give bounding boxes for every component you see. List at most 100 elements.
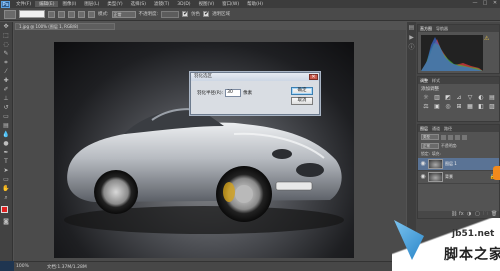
- color-lookup-icon[interactable]: ⊞: [455, 103, 463, 110]
- crop-tool-icon[interactable]: ⌗: [2, 60, 10, 66]
- properties-panel-icon[interactable]: ⓘ: [409, 45, 415, 51]
- menu-filter[interactable]: 滤镜(T): [150, 1, 173, 7]
- actions-panel-icon[interactable]: ▶: [409, 35, 415, 41]
- color-balance-icon[interactable]: ▤: [488, 94, 496, 101]
- cache-warning-icon[interactable]: ⚠: [484, 36, 490, 42]
- tab-layers[interactable]: 图层: [420, 126, 428, 132]
- curves-icon[interactable]: ◩: [444, 94, 452, 101]
- posterize-icon[interactable]: ◧: [477, 103, 485, 110]
- filter-type-icon[interactable]: [455, 134, 460, 140]
- transparency-checkbox[interactable]: [203, 10, 209, 17]
- filter-shape-icon[interactable]: [462, 134, 467, 140]
- eraser-tool-icon[interactable]: ▭: [2, 114, 10, 120]
- filter-pixel-icon[interactable]: [441, 134, 446, 140]
- menu-help[interactable]: 帮助(H): [243, 1, 267, 7]
- move-tool-icon[interactable]: ✥: [2, 24, 10, 30]
- lasso-tool-icon[interactable]: ◌: [2, 42, 10, 48]
- adjustments-panel-tabs: 调整 样式: [418, 77, 499, 84]
- maximize-button[interactable]: □: [482, 1, 488, 6]
- hue-saturation-icon[interactable]: ◐: [477, 94, 485, 101]
- menu-3d[interactable]: 3D(D): [173, 2, 194, 7]
- menu-window[interactable]: 窗口(W): [218, 1, 243, 7]
- vibrance-icon[interactable]: ▽: [466, 94, 474, 101]
- history-panel-icon[interactable]: ▤: [409, 25, 415, 31]
- visibility-eye-icon[interactable]: ◉: [420, 174, 426, 180]
- color-swatches[interactable]: [1, 206, 11, 216]
- type-tool-icon[interactable]: T: [2, 159, 10, 165]
- side-orange-tab[interactable]: [493, 166, 500, 180]
- stamp-tool-icon[interactable]: ⊥: [2, 96, 10, 102]
- ok-button[interactable]: 确定: [291, 87, 313, 95]
- cancel-button[interactable]: 取消: [291, 97, 313, 105]
- levels-icon[interactable]: ▥: [433, 94, 441, 101]
- layer-style-icon[interactable]: fx: [459, 212, 464, 217]
- document-tab[interactable]: 1.jpg @ 100% (图层 1, RGB/8): [15, 23, 115, 30]
- pen-tool-icon[interactable]: ✒: [2, 150, 10, 156]
- channel-mixer-icon[interactable]: ◎: [444, 103, 452, 110]
- close-window-button[interactable]: ✕: [492, 1, 498, 6]
- add-mask-icon[interactable]: ▢: [475, 212, 480, 217]
- tab-channels[interactable]: 通道: [432, 126, 440, 132]
- layer-kind-select[interactable]: 类型: [421, 134, 439, 140]
- menu-view[interactable]: 视图(V): [195, 1, 219, 7]
- link-layers-icon[interactable]: ⛓: [451, 212, 457, 217]
- invert-icon[interactable]: ▦: [466, 103, 474, 110]
- dodge-tool-icon[interactable]: ●: [2, 141, 10, 147]
- gradient-map-icon[interactable]: ▨: [488, 103, 496, 110]
- menu-edit[interactable]: 编辑(E): [35, 1, 59, 7]
- layer-name: 图层 1: [445, 161, 457, 166]
- reflected-gradient-icon[interactable]: [78, 10, 85, 18]
- exposure-icon[interactable]: ⊿: [455, 94, 463, 101]
- layer-thumbnail: [428, 159, 443, 169]
- tab-histogram[interactable]: 直方图: [420, 26, 432, 32]
- gradient-tool-icon[interactable]: ▤: [2, 123, 10, 129]
- quick-mask-icon[interactable]: ◙: [2, 219, 10, 225]
- black-white-icon[interactable]: ⚖: [422, 103, 430, 110]
- hand-tool-icon[interactable]: ✋: [2, 186, 10, 192]
- menu-type[interactable]: 类型(Y): [103, 1, 126, 7]
- healing-tool-icon[interactable]: ✚: [2, 78, 10, 84]
- diamond-gradient-icon[interactable]: [88, 10, 95, 18]
- foreground-color[interactable]: [1, 206, 8, 213]
- history-brush-tool-icon[interactable]: ↺: [2, 105, 10, 111]
- opacity-input[interactable]: [161, 10, 180, 18]
- new-group-icon[interactable]: 🗀: [483, 212, 488, 217]
- menu-select[interactable]: 选择(S): [127, 1, 150, 7]
- minimize-button[interactable]: —: [472, 1, 478, 6]
- taskbar-start[interactable]: [0, 261, 14, 271]
- zoom-level[interactable]: 100%: [16, 264, 29, 269]
- visibility-eye-icon[interactable]: ◉: [420, 161, 426, 167]
- feather-radius-input[interactable]: 30: [225, 89, 242, 97]
- reverse-checkbox[interactable]: [182, 10, 188, 17]
- brush-tool-icon[interactable]: ✐: [2, 87, 10, 93]
- linear-gradient-icon[interactable]: [48, 10, 55, 18]
- filter-adjust-icon[interactable]: [448, 134, 453, 140]
- eyedropper-tool-icon[interactable]: ⁄: [2, 69, 10, 75]
- quick-select-tool-icon[interactable]: ✎: [2, 51, 10, 57]
- tab-adjustments[interactable]: 调整: [420, 78, 428, 84]
- radial-gradient-icon[interactable]: [58, 10, 65, 18]
- dialog-close-button[interactable]: ✕: [309, 74, 318, 80]
- menu-layer[interactable]: 图层(L): [80, 1, 103, 7]
- tab-navigator[interactable]: 导航器: [436, 26, 448, 32]
- shape-tool-icon[interactable]: ▭: [2, 177, 10, 183]
- photo-filter-icon[interactable]: ▣: [433, 103, 441, 110]
- gradient-swatch[interactable]: [19, 10, 45, 18]
- path-select-tool-icon[interactable]: ➤: [2, 168, 10, 174]
- menu-file[interactable]: 文件(F): [12, 1, 35, 7]
- layer-row[interactable]: ◉ 图层 1: [418, 158, 499, 171]
- tab-styles[interactable]: 样式: [432, 78, 440, 84]
- tool-preset-picker[interactable]: [4, 9, 16, 19]
- zoom-tool-icon[interactable]: ⌕: [2, 195, 10, 201]
- adjustment-layer-icon[interactable]: ◑: [467, 212, 472, 217]
- marquee-tool-icon[interactable]: ⬚: [2, 33, 10, 39]
- blend-mode-select[interactable]: 正常: [421, 143, 439, 149]
- tab-paths[interactable]: 路径: [444, 126, 452, 132]
- delete-layer-icon[interactable]: 🗑: [491, 212, 497, 217]
- mode-select[interactable]: 正常: [111, 10, 136, 18]
- menu-image[interactable]: 图像(I): [58, 1, 80, 7]
- angle-gradient-icon[interactable]: [68, 10, 75, 18]
- layer-row[interactable]: ◉ 背景 🔒: [418, 171, 499, 184]
- blur-tool-icon[interactable]: 💧: [2, 132, 10, 138]
- brightness-contrast-icon[interactable]: ☼: [422, 94, 430, 101]
